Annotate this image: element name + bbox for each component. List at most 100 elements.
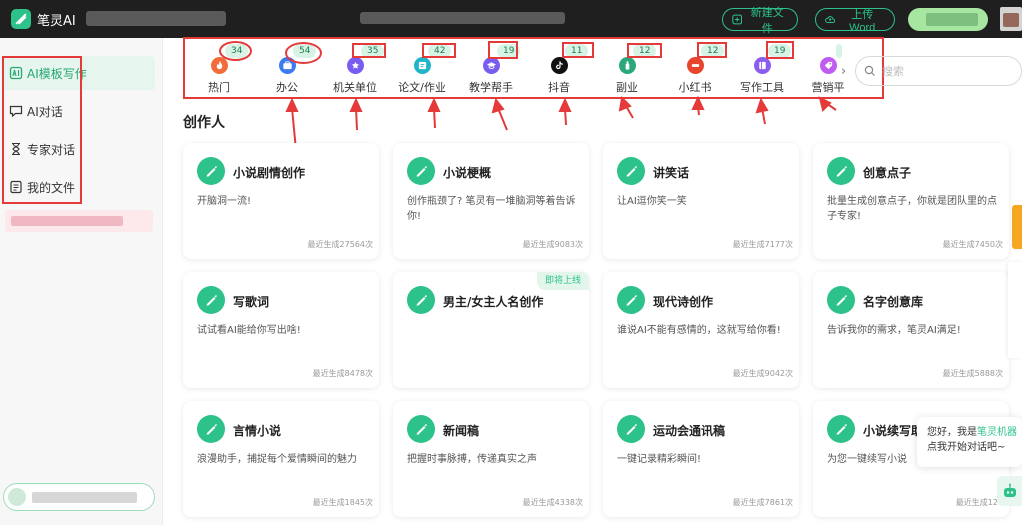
card-description: 开脑洞一流! xyxy=(197,196,252,207)
card-title: 创意点子 xyxy=(863,166,912,180)
tag-icon xyxy=(819,57,837,74)
card-description: 把握时事脉搏，传递真实之声 xyxy=(407,454,537,465)
fire-icon xyxy=(210,57,228,74)
chat-greeting: 您好，我是 xyxy=(927,427,977,438)
card-description: 告诉我你的需求，笔灵AI满足! xyxy=(827,325,961,336)
card-usage-count: 最近生成7177次 xyxy=(732,240,793,249)
card-title: 小说梗概 xyxy=(443,166,492,180)
template-card[interactable]: 小说剧情创作 开脑洞一流! 最近生成27564次 xyxy=(183,143,379,259)
bottle-icon xyxy=(618,57,636,74)
card-title: 新闻稿 xyxy=(443,424,480,438)
template-card[interactable]: 新闻稿 把握时事脉搏，传递真实之声 最近生成4338次 xyxy=(393,401,589,517)
pen-icon xyxy=(827,286,855,314)
tab-xiaohongshu[interactable]: 小红书 xyxy=(660,57,730,95)
plus-file-icon xyxy=(732,14,743,25)
app-name: 笔灵AI xyxy=(37,13,76,29)
template-card[interactable]: 现代诗创作 谁说AI不能有感情的，这就写给你看! 最近生成9042次 xyxy=(603,272,799,388)
star-badge-icon xyxy=(346,57,364,74)
template-card[interactable]: 小说梗概 创作瓶颈了? 笔灵有一堆脑洞等着告诉你! 最近生成9083次 xyxy=(393,143,589,259)
section-title: 创作人 xyxy=(183,115,225,131)
card-description: 试试看AI能给你写出啥! xyxy=(197,325,301,336)
annotation-rect xyxy=(422,43,456,58)
card-title: 言情小说 xyxy=(233,424,282,438)
cloud-upload-icon xyxy=(825,16,836,24)
card-usage-count: 最近生成5888次 xyxy=(942,369,1003,378)
card-usage-count: 最近生成8478次 xyxy=(312,369,373,378)
robot-icon xyxy=(1003,483,1016,497)
card-usage-count: 最近生成9083次 xyxy=(522,240,583,249)
avatar[interactable] xyxy=(1000,7,1022,31)
pen-icon xyxy=(407,415,435,443)
app-logo[interactable]: 笔灵AI xyxy=(11,9,76,29)
upload-word-button[interactable]: 上传Word xyxy=(815,8,895,34)
annotation-box-sidebar xyxy=(2,56,82,204)
upload-word-label: 上传Word xyxy=(849,8,876,34)
membership-button[interactable] xyxy=(908,8,988,31)
tab-label: 论文/作业 xyxy=(398,81,446,94)
pen-icon xyxy=(827,415,855,443)
chat-greeting-bubble[interactable]: 您好，我是笔灵机器 点我开始对话吧~ xyxy=(917,417,1022,467)
tab-douyin[interactable]: 抖音 xyxy=(524,57,594,95)
new-file-button[interactable]: 新建文件 xyxy=(722,7,798,35)
annotation-rect xyxy=(697,42,727,58)
annotation-rect xyxy=(352,43,386,58)
pen-icon xyxy=(407,286,435,314)
annotation-rect xyxy=(562,42,594,58)
pen-icon xyxy=(827,157,855,185)
annotation-ellipse xyxy=(285,42,322,64)
template-card[interactable]: 言情小说 浪漫助手，捕捉每个爱情瞬间的魅力 最近生成1845次 xyxy=(183,401,379,517)
card-title: 讲笑话 xyxy=(653,166,690,180)
xiaohongshu-icon xyxy=(686,57,704,74)
pen-icon xyxy=(617,415,645,443)
card-usage-count: 最近生成9042次 xyxy=(732,369,793,378)
tab-paper-homework[interactable]: 论文/作业 xyxy=(387,57,457,95)
card-description: 创作瓶颈了? 笔灵有一堆脑洞等着告诉你! xyxy=(407,196,576,222)
search-input[interactable] xyxy=(882,64,1002,78)
side-tool-panel[interactable] xyxy=(1008,262,1022,358)
chat-prompt: 点我开始对话吧~ xyxy=(927,442,1006,453)
tab-government[interactable]: 机关单位 xyxy=(320,57,390,95)
redacted-promo-banner[interactable] xyxy=(5,210,153,232)
tab-label: 抖音 xyxy=(548,81,570,94)
card-description: 谁说AI不能有感情的，这就写给你看! xyxy=(617,325,781,336)
template-card[interactable]: 创意点子 批量生成创意点子，你就是团队里的点子专家! 最近生成7450次 xyxy=(813,143,1009,259)
tab-side-business[interactable]: 副业 xyxy=(592,57,662,95)
card-usage-count: 最近生成7450次 xyxy=(942,240,1003,249)
redacted-membership xyxy=(926,13,978,26)
card-title: 运动会通讯稿 xyxy=(653,424,726,438)
search-box[interactable] xyxy=(855,56,1022,86)
tab-teaching-helper[interactable]: 教学帮手 xyxy=(456,57,526,95)
card-title: 小说续写助 xyxy=(863,424,924,438)
card-title: 现代诗创作 xyxy=(653,295,714,309)
tab-label: 办公 xyxy=(276,81,298,94)
gift-promo-tab[interactable] xyxy=(1012,205,1022,249)
template-card[interactable]: 男主/女主人名创作 即将上线 xyxy=(393,272,589,388)
tab-label: 营销平 xyxy=(811,81,845,94)
template-card[interactable]: 运动会通讯稿 一键记录精彩瞬间! 最近生成7861次 xyxy=(603,401,799,517)
card-title: 写歌词 xyxy=(233,295,270,309)
card-usage-count: 最近生成7861次 xyxy=(732,498,793,507)
tab-hot[interactable]: 热门 xyxy=(184,57,254,95)
tab-writing-tools[interactable]: 写作工具 xyxy=(727,57,797,95)
annotation-rect xyxy=(488,41,518,59)
tab-label: 教学帮手 xyxy=(469,81,513,94)
redacted-document-title xyxy=(86,11,226,26)
user-account-pill[interactable] xyxy=(3,483,155,511)
logo-icon xyxy=(11,9,31,29)
notebook-icon xyxy=(753,57,771,74)
chevron-right-icon[interactable]: › xyxy=(841,64,846,79)
annotation-rect xyxy=(766,41,794,59)
pen-icon xyxy=(197,286,225,314)
card-title: 男主/女主人名创作 xyxy=(443,295,544,309)
template-card[interactable]: 写歌词 试试看AI能给你写出啥! 最近生成8478次 xyxy=(183,272,379,388)
annotation-ellipse xyxy=(219,41,252,61)
annotation-rect xyxy=(627,43,662,58)
robot-assistant-button[interactable] xyxy=(997,476,1022,506)
card-usage-count: 最近生成1845次 xyxy=(312,498,373,507)
douyin-icon xyxy=(550,57,568,74)
template-card[interactable]: 讲笑话 让AI逗你笑一笑 最近生成7177次 xyxy=(603,143,799,259)
tab-marketing[interactable]: 营销平 xyxy=(793,57,863,95)
template-card[interactable]: 名字创意库 告诉我你的需求，笔灵AI满足! 最近生成5888次 xyxy=(813,272,1009,388)
tab-label: 机关单位 xyxy=(333,81,377,94)
pen-icon xyxy=(197,415,225,443)
